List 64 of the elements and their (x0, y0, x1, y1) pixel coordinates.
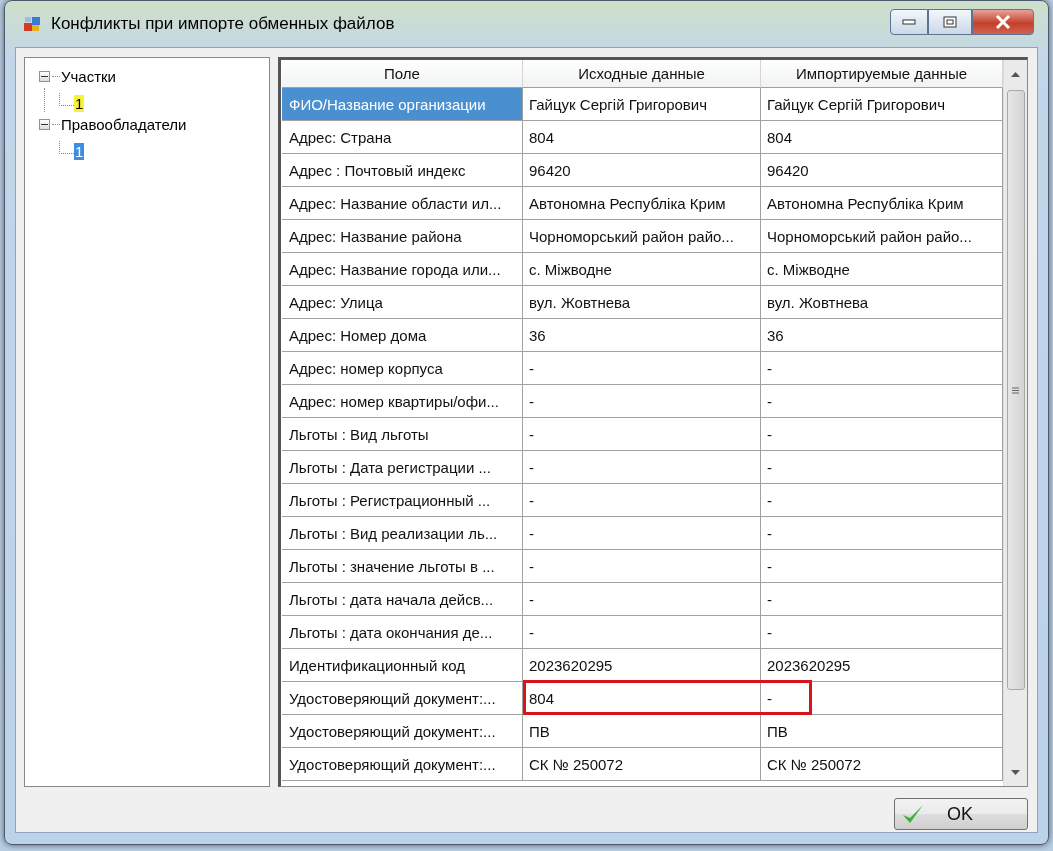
vertical-scrollbar[interactable] (1003, 60, 1027, 786)
minimize-icon (902, 19, 916, 25)
grip-icon (1012, 386, 1019, 394)
field-name-cell: Удостоверяющий документ:... (282, 715, 523, 748)
app-icon (23, 15, 41, 33)
table-cell: Автономна Республіка Крим (523, 187, 761, 220)
scroll-down-icon[interactable] (1011, 769, 1020, 775)
field-name-cell: Адрес: Страна (282, 121, 523, 154)
table-cell: 2023620295 (523, 649, 761, 682)
field-name-cell: Идентификационный код (282, 649, 523, 682)
column-header[interactable]: Исходные данные (523, 60, 761, 88)
table-cell: СК № 250072 (523, 748, 761, 781)
table-cell: - (523, 550, 761, 583)
column-header[interactable]: Поле (282, 60, 523, 88)
collapse-toggle[interactable] (39, 118, 50, 130)
close-button[interactable] (972, 9, 1034, 35)
restore-button[interactable] (928, 9, 972, 35)
scroll-up-icon[interactable] (1011, 71, 1020, 77)
close-icon (995, 15, 1011, 29)
field-name-cell: Льготы : Регистрационный ... (282, 484, 523, 517)
table-cell: 804 (523, 121, 761, 154)
scrollbar-thumb[interactable] (1006, 90, 1025, 690)
collapse-toggle[interactable] (39, 70, 50, 82)
field-name-cell: Льготы : значение льготы в ... (282, 550, 523, 583)
table-cell: 804 (523, 682, 761, 715)
table-cell: - (523, 484, 761, 517)
field-name-cell: ФИО/Название организации (282, 88, 523, 121)
field-name-cell: Адрес: номер корпуса (282, 352, 523, 385)
table-cell: - (523, 517, 761, 550)
field-name-cell: Льготы : дата окончания де... (282, 616, 523, 649)
field-name-cell: Адрес: Номер дома (282, 319, 523, 352)
field-name-cell: Адрес: Название области ил... (282, 187, 523, 220)
field-name-cell: Адрес: Название города или... (282, 253, 523, 286)
table-cell: 96420 (523, 154, 761, 187)
tree-node[interactable]: Правообладатели (60, 115, 188, 133)
table-cell: - (523, 352, 761, 385)
table-cell: с. Міжводне (523, 253, 761, 286)
table-cell: ПВ (523, 715, 761, 748)
window-title: Конфликты при импорте обменных файлов (51, 14, 396, 34)
field-name-cell: Адрес: Название района (282, 220, 523, 253)
tree-node[interactable]: 1 (74, 95, 85, 112)
table-cell: - (523, 418, 761, 451)
table-cell: Гайцук Сергій Григорович (523, 88, 761, 121)
field-name-cell: Адрес : Почтовый индекс (282, 154, 523, 187)
field-name-cell: Льготы : Дата регистрации ... (282, 451, 523, 484)
table-cell: Чорноморський район райо... (523, 220, 761, 253)
field-name-cell: Льготы : Вид реализации ль... (282, 517, 523, 550)
minimize-button[interactable] (890, 9, 928, 35)
ok-button[interactable]: OK (894, 798, 1028, 830)
column-header[interactable]: Импортируемые данные (761, 60, 1003, 88)
table-cell: - (523, 385, 761, 418)
field-name-cell: Адрес: номер квартиры/офи... (282, 385, 523, 418)
table-cell: вул. Жовтнева (523, 286, 761, 319)
table-cell: - (523, 583, 761, 616)
field-name-cell: Адрес: Улица (282, 286, 523, 319)
restore-icon (943, 16, 957, 28)
field-name-cell: Льготы : Вид льготы (282, 418, 523, 451)
field-name-cell: Льготы : дата начала дейсв... (282, 583, 523, 616)
field-name-cell: Удостоверяющий документ:... (282, 748, 523, 781)
table-cell: - (523, 616, 761, 649)
table-cell: - (523, 451, 761, 484)
field-name-cell: Удостоверяющий документ:... (282, 682, 523, 715)
tree-node[interactable]: Участки (60, 67, 117, 85)
table-cell: 36 (523, 319, 761, 352)
